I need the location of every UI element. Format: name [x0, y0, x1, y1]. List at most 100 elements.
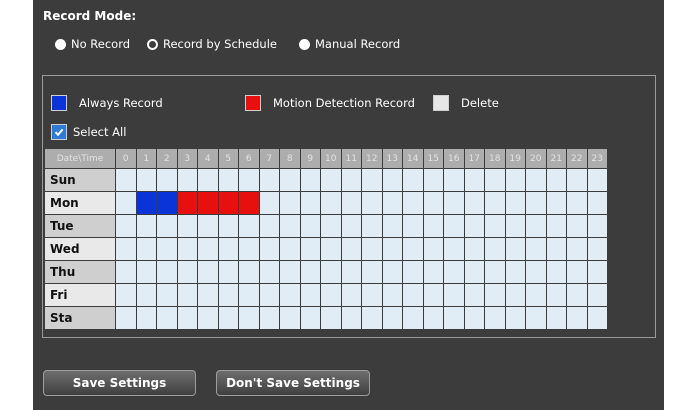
schedule-cell[interactable] [362, 169, 382, 191]
schedule-cell[interactable] [567, 261, 587, 283]
schedule-cell[interactable] [423, 215, 443, 237]
motion-record-cell[interactable] [198, 192, 218, 214]
schedule-cell[interactable] [300, 284, 320, 306]
schedule-cell[interactable] [546, 261, 566, 283]
schedule-cell[interactable] [177, 238, 197, 260]
schedule-cell[interactable] [259, 192, 279, 214]
hour-header[interactable]: 20 [526, 149, 546, 168]
schedule-cell[interactable] [198, 261, 218, 283]
schedule-cell[interactable] [259, 215, 279, 237]
schedule-cell[interactable] [321, 215, 341, 237]
schedule-cell[interactable] [505, 261, 525, 283]
schedule-cell[interactable] [177, 215, 197, 237]
hour-header[interactable]: 17 [464, 149, 484, 168]
schedule-cell[interactable] [300, 307, 320, 329]
schedule-cell[interactable] [280, 169, 300, 191]
schedule-cell[interactable] [403, 169, 423, 191]
schedule-cell[interactable] [157, 307, 177, 329]
schedule-cell[interactable] [259, 284, 279, 306]
schedule-cell[interactable] [177, 307, 197, 329]
hour-header[interactable]: 8 [280, 149, 300, 168]
hour-header[interactable]: 7 [259, 149, 279, 168]
schedule-cell[interactable] [157, 284, 177, 306]
schedule-cell[interactable] [239, 215, 259, 237]
day-label[interactable]: Sta [45, 307, 115, 329]
schedule-cell[interactable] [136, 169, 156, 191]
schedule-cell[interactable] [341, 284, 361, 306]
schedule-cell[interactable] [546, 169, 566, 191]
schedule-cell[interactable] [177, 261, 197, 283]
schedule-cell[interactable] [362, 261, 382, 283]
schedule-cell[interactable] [116, 192, 136, 214]
schedule-cell[interactable] [218, 169, 238, 191]
hour-header[interactable]: 9 [300, 149, 320, 168]
schedule-cell[interactable] [259, 261, 279, 283]
schedule-cell[interactable] [341, 307, 361, 329]
schedule-cell[interactable] [485, 261, 505, 283]
schedule-cell[interactable] [567, 169, 587, 191]
hour-header[interactable]: 12 [362, 149, 382, 168]
day-label[interactable]: Mon [45, 192, 115, 214]
no-record-radio[interactable]: No Record [55, 37, 130, 51]
day-label[interactable]: Sun [45, 169, 115, 191]
schedule-cell[interactable] [341, 261, 361, 283]
hour-header[interactable]: 21 [546, 149, 566, 168]
hour-header[interactable]: 5 [218, 149, 238, 168]
schedule-cell[interactable] [526, 192, 546, 214]
record-by-schedule-radio[interactable]: Record by Schedule [147, 37, 277, 51]
schedule-cell[interactable] [567, 215, 587, 237]
schedule-cell[interactable] [136, 284, 156, 306]
schedule-cell[interactable] [526, 215, 546, 237]
schedule-cell[interactable] [505, 307, 525, 329]
schedule-cell[interactable] [157, 261, 177, 283]
schedule-cell[interactable] [300, 192, 320, 214]
hour-header[interactable]: 4 [198, 149, 218, 168]
schedule-cell[interactable] [526, 284, 546, 306]
select-all-control[interactable]: Select All [51, 124, 126, 140]
schedule-cell[interactable] [567, 284, 587, 306]
schedule-cell[interactable] [546, 307, 566, 329]
schedule-cell[interactable] [218, 261, 238, 283]
schedule-cell[interactable] [444, 169, 464, 191]
schedule-cell[interactable] [546, 215, 566, 237]
schedule-cell[interactable] [136, 215, 156, 237]
schedule-cell[interactable] [567, 192, 587, 214]
schedule-cell[interactable] [218, 307, 238, 329]
schedule-cell[interactable] [259, 307, 279, 329]
schedule-cell[interactable] [198, 169, 218, 191]
schedule-cell[interactable] [567, 238, 587, 260]
schedule-cell[interactable] [505, 169, 525, 191]
schedule-cell[interactable] [157, 169, 177, 191]
save-settings-button[interactable]: Save Settings [43, 370, 196, 396]
schedule-cell[interactable] [321, 307, 341, 329]
schedule-cell[interactable] [526, 307, 546, 329]
day-label[interactable]: Wed [45, 238, 115, 260]
schedule-cell[interactable] [280, 307, 300, 329]
motion-record-cell[interactable] [218, 192, 238, 214]
schedule-cell[interactable] [423, 307, 443, 329]
schedule-cell[interactable] [218, 215, 238, 237]
schedule-cell[interactable] [136, 238, 156, 260]
schedule-cell[interactable] [321, 261, 341, 283]
schedule-cell[interactable] [403, 307, 423, 329]
schedule-cell[interactable] [382, 261, 402, 283]
schedule-cell[interactable] [382, 284, 402, 306]
schedule-cell[interactable] [382, 169, 402, 191]
schedule-cell[interactable] [587, 284, 607, 306]
hour-header[interactable]: 23 [587, 149, 607, 168]
motion-detection-legend[interactable]: Motion Detection Record [245, 95, 415, 111]
schedule-cell[interactable] [321, 238, 341, 260]
hour-header[interactable]: 14 [403, 149, 423, 168]
schedule-cell[interactable] [177, 169, 197, 191]
hour-header[interactable]: 11 [341, 149, 361, 168]
schedule-cell[interactable] [382, 307, 402, 329]
schedule-cell[interactable] [280, 215, 300, 237]
dont-save-settings-button[interactable]: Don't Save Settings [216, 370, 370, 396]
schedule-cell[interactable] [464, 215, 484, 237]
schedule-cell[interactable] [362, 238, 382, 260]
day-label[interactable]: Fri [45, 284, 115, 306]
schedule-cell[interactable] [136, 307, 156, 329]
hour-header[interactable]: 22 [567, 149, 587, 168]
hour-header[interactable]: 1 [136, 149, 156, 168]
schedule-cell[interactable] [485, 169, 505, 191]
